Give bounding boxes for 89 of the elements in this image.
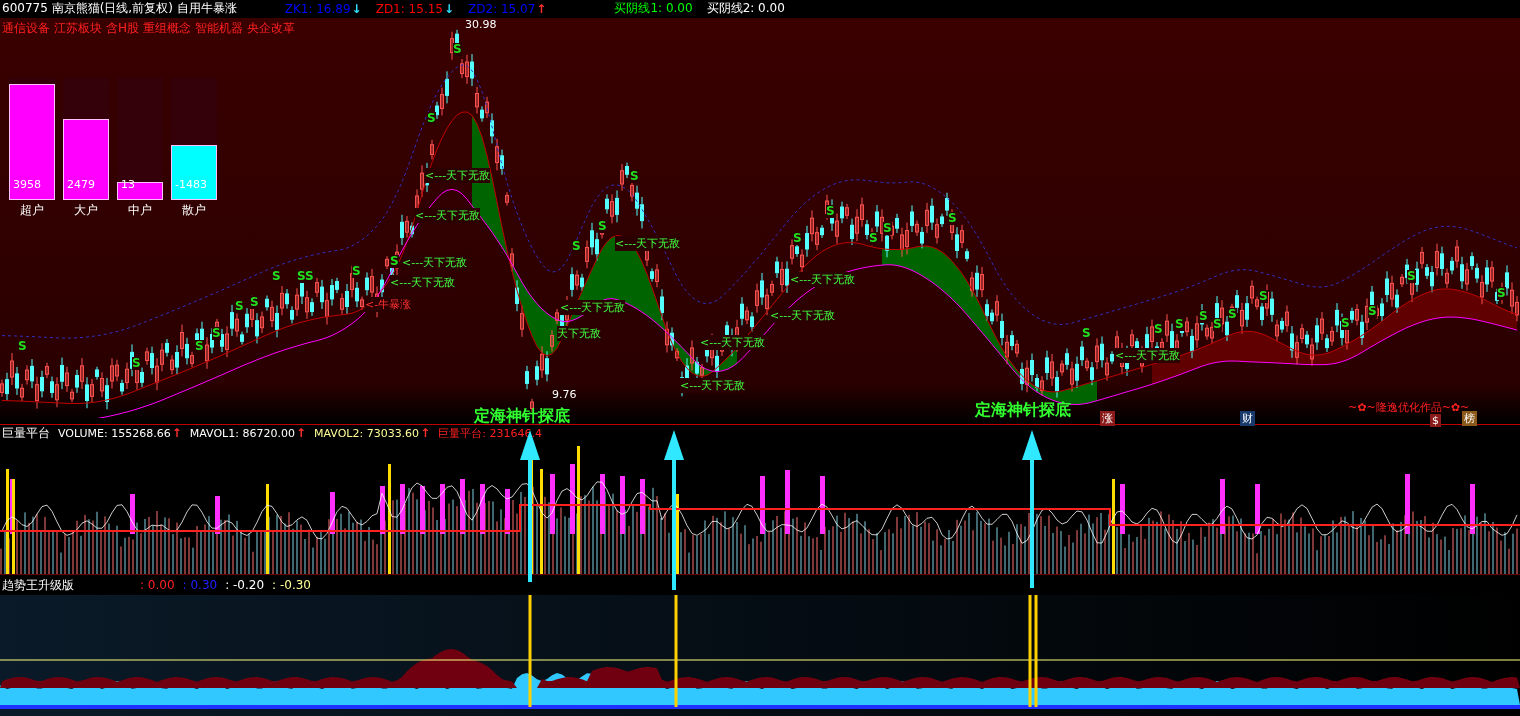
low-price-label: 9.76 xyxy=(552,387,577,401)
sell-signal: S xyxy=(598,219,607,233)
indicator-value: ZD2: 15.07 xyxy=(468,1,536,16)
sell-signal: S xyxy=(352,264,361,278)
concept-tag: 含H股 xyxy=(106,19,140,37)
indicator-value: 买阴线1: 0.00 xyxy=(614,0,693,18)
panel-title: 巨量平台 xyxy=(2,424,50,442)
sell-signal: S xyxy=(297,269,306,283)
sell-signal: S xyxy=(572,239,581,253)
sell-signal: S xyxy=(1368,304,1377,318)
sell-signal: S xyxy=(272,269,281,283)
trend-arrow: ↑ xyxy=(420,426,431,441)
indicator-value: VOLUME: 155268.66 xyxy=(58,426,171,440)
signal-annotation: <---天下无敌 xyxy=(680,377,746,393)
indicator-value: : -0.20 xyxy=(225,578,265,592)
sell-signal: S xyxy=(1154,322,1163,336)
trend-arrow: ↑ xyxy=(536,1,547,16)
indicator-value: 买阴线2: 0.00 xyxy=(706,0,785,18)
up-arrow-icon xyxy=(1022,430,1042,588)
indicator-value: MAVOL2: 73033.60 xyxy=(314,426,420,440)
sell-signal: S xyxy=(1259,289,1268,303)
sell-signal: S xyxy=(250,295,259,309)
concept-tag: 重组概念 xyxy=(143,19,192,37)
bar-value: -1483 xyxy=(175,177,207,191)
indicator-value: MAVOL1: 86720.00 xyxy=(189,426,295,440)
info-badge: $ xyxy=(1430,413,1441,427)
panel-title: 趋势王升级版 xyxy=(2,576,75,594)
signal-annotation: <-牛暴涨 xyxy=(365,296,412,312)
up-arrow-icon xyxy=(664,430,684,590)
sell-signal: S xyxy=(793,231,802,245)
sell-signal: S xyxy=(212,326,221,340)
sell-signal: S xyxy=(869,231,878,245)
indicator-value: ZK1: 16.89 xyxy=(284,1,351,16)
sell-signal: S xyxy=(1407,269,1416,283)
sell-signal: S xyxy=(132,356,141,370)
signal-note: 定海神针探底 xyxy=(975,399,1071,421)
concept-tag: 智能机器 xyxy=(195,19,244,37)
high-price-label: 30.98 xyxy=(465,17,497,31)
signal-annotation: <---天下无敌 xyxy=(402,254,468,270)
sell-signal: S xyxy=(1199,309,1208,323)
signal-annotation: <---天下无敌 xyxy=(615,235,681,251)
sell-signal: S xyxy=(883,221,892,235)
sell-signal: S xyxy=(1497,286,1506,300)
sell-signal: S xyxy=(427,111,436,125)
bar-value: 2479 xyxy=(67,177,95,191)
signal-annotation: <---天下无敌 xyxy=(425,167,491,183)
info-badge: 财 xyxy=(1240,410,1255,426)
bar-label: 超户 xyxy=(20,201,44,219)
sell-signal: S xyxy=(948,211,957,225)
sell-signal: S xyxy=(195,339,204,353)
signal-annotation: <---天下无敌 xyxy=(790,271,856,287)
indicator-value: : -0.30 xyxy=(272,578,311,592)
indicator-value: ZD1: 15.15 xyxy=(375,1,443,16)
signal-note: 定海神针探底 xyxy=(474,405,570,427)
trend-arrow: ↑ xyxy=(295,426,306,441)
concept-tag: 央企改革 xyxy=(247,19,296,37)
signal-annotation: <---天下无敌 xyxy=(390,274,456,290)
sell-signal: S xyxy=(1082,326,1091,340)
indicator-value: : 0.00 xyxy=(140,578,175,592)
signal-annotation: <---天下无敌 xyxy=(560,299,626,315)
info-badge: 榜 xyxy=(1462,410,1477,426)
sell-signal: S xyxy=(630,169,639,183)
sell-signal: S xyxy=(235,299,244,313)
trend-arrow: ↓ xyxy=(351,1,362,16)
signal-annotation: <---天下无敌 xyxy=(770,307,836,323)
trend-arrow: ↓ xyxy=(443,1,455,16)
sell-signal: S xyxy=(826,204,835,218)
sell-signal: S xyxy=(453,42,462,56)
trend-arrow: ↑ xyxy=(171,426,182,441)
bar-label: 中户 xyxy=(128,201,152,219)
sell-signal: S xyxy=(390,254,399,268)
indicator-value: : 0.30 xyxy=(182,578,218,592)
info-badge: 涨 xyxy=(1100,410,1115,426)
bar-label: 大户 xyxy=(74,201,98,219)
signal-annotation: <---天下无敌 xyxy=(1115,347,1181,363)
sell-signal: S xyxy=(1341,316,1350,330)
bar-label: 散户 xyxy=(182,201,206,219)
sell-signal: S xyxy=(1213,317,1222,331)
sell-signal: S xyxy=(1228,307,1237,321)
concept-tag: 江苏板块 xyxy=(54,19,102,37)
stock-title: 600775 南京熊猫(日线,前复权) 自用牛暴涨 xyxy=(2,0,237,18)
sell-signal: S xyxy=(18,339,27,353)
signal-annotation: <---天下无敌 xyxy=(700,334,766,350)
sell-signal: S xyxy=(305,269,314,283)
concept-tag: 通信设备 xyxy=(2,19,50,37)
sell-signal: S xyxy=(1175,317,1184,331)
signal-annotation: 天下无敌 xyxy=(557,325,601,341)
bar-value: 3958 xyxy=(13,177,41,191)
signal-annotation: <---天下无敌 xyxy=(415,207,481,223)
